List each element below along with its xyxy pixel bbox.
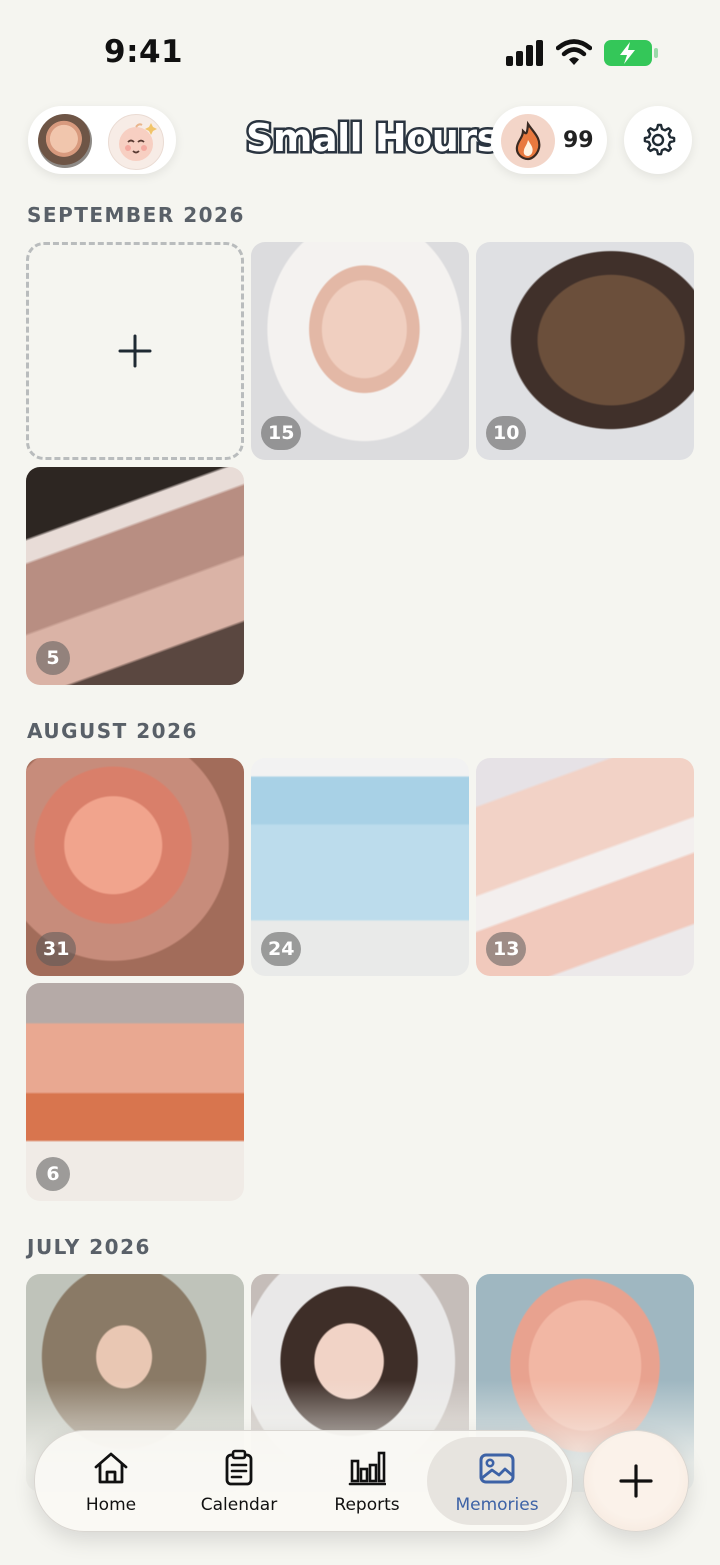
tab-calendar[interactable]: Calendar — [175, 1431, 303, 1531]
bar-chart-icon — [348, 1451, 386, 1486]
app-title: Small Hours — [244, 114, 502, 163]
memory-photo[interactable]: 15 — [251, 242, 469, 460]
baby-avatar-illustration[interactable] — [108, 114, 164, 170]
plus-icon — [118, 334, 152, 368]
cellular-signal-icon — [506, 40, 543, 66]
baby-avatar-photo[interactable] — [38, 114, 92, 168]
settings-button[interactable] — [624, 106, 692, 174]
memory-photo[interactable]: 5 — [26, 467, 244, 685]
photo-day-badge: 10 — [486, 416, 527, 450]
baby-switcher[interactable] — [28, 106, 176, 174]
tab-memories[interactable]: Memories — [427, 1437, 567, 1525]
photo-day-badge: 24 — [261, 932, 302, 966]
photo-day-badge: 15 — [261, 416, 302, 450]
section-title-august: AUGUST 2026 — [27, 719, 198, 743]
tab-home[interactable]: Home — [47, 1431, 175, 1531]
battery-charging-icon — [604, 40, 658, 66]
streak-badge[interactable]: 99 — [491, 106, 607, 174]
memory-photo[interactable]: 10 — [476, 242, 694, 460]
memory-photo[interactable]: 31 — [26, 758, 244, 976]
status-bar: 9:41 — [0, 0, 720, 100]
tab-bar: Home Calendar Reports Memories — [34, 1430, 573, 1532]
memory-photo[interactable]: 13 — [476, 758, 694, 976]
tab-home-label: Home — [85, 1495, 137, 1515]
flame-icon — [501, 114, 555, 168]
status-time: 9:41 — [104, 34, 184, 70]
add-memory-button[interactable] — [26, 242, 244, 460]
photo-day-badge: 31 — [36, 932, 77, 966]
section-title-july: JULY 2026 — [27, 1235, 151, 1259]
baby-face-icon — [119, 123, 157, 161]
streak-count: 99 — [563, 128, 594, 153]
home-icon — [94, 1452, 128, 1484]
calendar-icon — [225, 1449, 253, 1486]
memory-photo[interactable]: 24 — [251, 758, 469, 976]
photo-day-badge: 6 — [36, 1157, 70, 1191]
tab-reports[interactable]: Reports — [303, 1431, 431, 1531]
photo-icon — [479, 1453, 515, 1484]
add-button[interactable] — [583, 1430, 689, 1532]
gear-icon — [643, 123, 676, 156]
section-title-september: SEPTEMBER 2026 — [27, 203, 245, 227]
photo-day-badge: 13 — [486, 932, 527, 966]
photo-day-badge: 5 — [36, 641, 70, 675]
plus-icon — [619, 1464, 653, 1498]
memory-photo[interactable]: 6 — [26, 983, 244, 1201]
tab-calendar-label: Calendar — [200, 1495, 278, 1515]
tab-memories-label: Memories — [455, 1495, 539, 1515]
tab-reports-label: Reports — [334, 1495, 400, 1515]
wifi-icon — [556, 39, 592, 65]
